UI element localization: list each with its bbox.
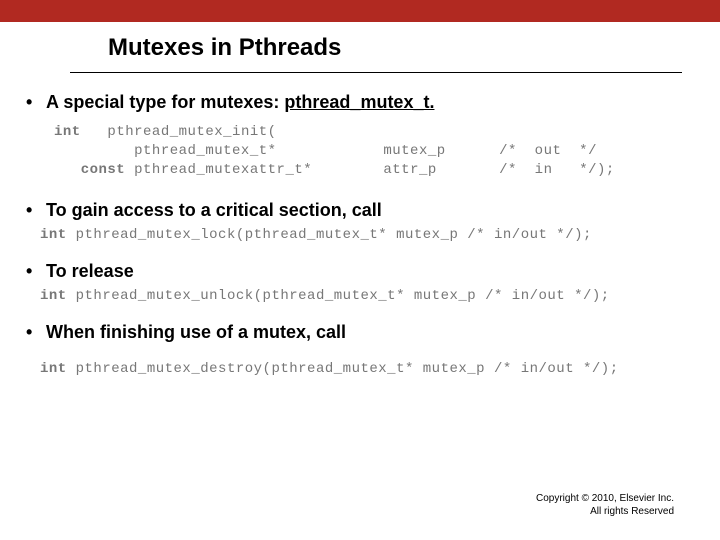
top-accent-bar	[0, 0, 720, 22]
footer-line-1: Copyright © 2010, Elsevier Inc.	[536, 493, 674, 506]
bullet-dot: •	[26, 200, 46, 221]
code-destroy-kw: int	[40, 361, 67, 377]
bullet-1: • A special type for mutexes: pthread_mu…	[26, 92, 694, 113]
code-destroy: int pthread_mutex_destroy(pthread_mutex_…	[40, 361, 694, 377]
code-init: int pthread_mutex_init( pthread_mutex_t*…	[54, 123, 694, 180]
slide-title: Mutexes in Pthreads	[108, 34, 341, 62]
bullet-1-text: A special type for mutexes: pthread_mute…	[46, 92, 694, 113]
footer-line-2: All rights Reserved	[536, 506, 674, 519]
code-init-l3-kw: const	[54, 162, 125, 178]
title-underline	[70, 72, 682, 73]
code-init-l1: pthread_mutex_init(	[81, 124, 277, 140]
code-unlock-kw: int	[40, 288, 67, 304]
bullet-dot: •	[26, 261, 46, 282]
code-unlock: int pthread_mutex_unlock(pthread_mutex_t…	[40, 288, 694, 304]
bullet-1-pre: A special type for mutexes:	[46, 92, 284, 112]
bullet-3-text: To release	[46, 261, 694, 282]
bullet-dot: •	[26, 322, 46, 343]
slide: Mutexes in Pthreads • A special type for…	[0, 0, 720, 540]
footer: Copyright © 2010, Elsevier Inc. All righ…	[536, 493, 674, 518]
code-lock-rest: pthread_mutex_lock(pthread_mutex_t* mute…	[67, 227, 592, 243]
bullet-2: • To gain access to a critical section, …	[26, 200, 694, 221]
code-init-l2: pthread_mutex_t* mutex_p /* out */	[54, 143, 597, 159]
code-destroy-rest: pthread_mutex_destroy(pthread_mutex_t* m…	[67, 361, 619, 377]
bullet-1-typename: pthread_mutex_t.	[284, 92, 434, 112]
code-unlock-rest: pthread_mutex_unlock(pthread_mutex_t* mu…	[67, 288, 610, 304]
code-lock-kw: int	[40, 227, 67, 243]
code-init-l3: pthread_mutexattr_t* attr_p /* in */);	[125, 162, 615, 178]
code-init-kw: int	[54, 124, 81, 140]
slide-content: • A special type for mutexes: pthread_mu…	[26, 84, 694, 395]
bullet-4-text: When finishing use of a mutex, call	[46, 322, 694, 343]
bullet-2-text: To gain access to a critical section, ca…	[46, 200, 694, 221]
bullet-dot: •	[26, 92, 46, 113]
bullet-3: • To release	[26, 261, 694, 282]
code-lock: int pthread_mutex_lock(pthread_mutex_t* …	[40, 227, 694, 243]
bullet-4: • When finishing use of a mutex, call	[26, 322, 694, 343]
